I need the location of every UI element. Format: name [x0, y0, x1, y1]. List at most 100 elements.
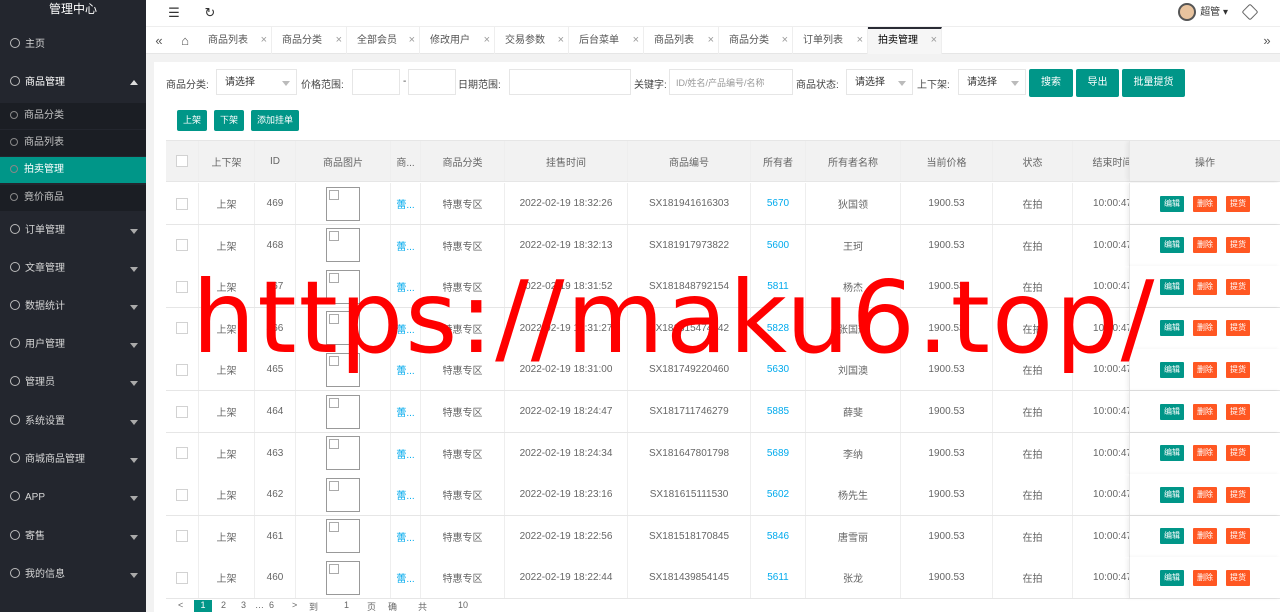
row-checkbox[interactable]	[176, 363, 188, 376]
tab[interactable]: 全部会员 ×	[347, 27, 420, 54]
sidebar-item[interactable]: 订单管理	[0, 220, 146, 242]
pager-next[interactable]: >	[292, 600, 297, 610]
edit-button[interactable]: 编辑	[1160, 361, 1184, 378]
cell-text[interactable]: 蕾...	[396, 446, 414, 461]
sidebar-item[interactable]: 我的信息	[0, 564, 146, 586]
sidebar-item[interactable]: 用户管理	[0, 334, 146, 356]
product-image[interactable]	[326, 311, 360, 346]
pager-prev[interactable]: <	[178, 600, 183, 610]
sidebar-item[interactable]: 文章管理	[0, 258, 146, 280]
delete-button[interactable]: 删除	[1193, 320, 1217, 337]
column-header[interactable]: 状态	[993, 141, 1073, 181]
tab[interactable]: 后台菜单 ×	[569, 27, 644, 54]
edit-button[interactable]: 编辑	[1160, 528, 1184, 545]
sidebar-subitem[interactable]: 商品列表	[0, 130, 146, 156]
keyword-input[interactable]: ID/姓名/产品编号/名称	[669, 69, 793, 95]
row-checkbox[interactable]	[176, 447, 188, 460]
price-max-input[interactable]	[408, 69, 456, 95]
cell-text[interactable]: 蕾...	[396, 196, 414, 211]
delete-button[interactable]: 删除	[1193, 569, 1217, 586]
sidebar-item[interactable]: APP	[0, 487, 146, 509]
row-checkbox[interactable]	[176, 571, 188, 584]
page-3[interactable]: 3	[241, 600, 246, 610]
take-button[interactable]: 提货	[1226, 486, 1250, 503]
delete-button[interactable]: 删除	[1193, 361, 1217, 378]
edit-button[interactable]: 编辑	[1160, 278, 1184, 295]
sidebar-subitem[interactable]: 竟价商品	[0, 185, 146, 211]
tabs-scroll-right-icon[interactable]: »	[1254, 27, 1280, 54]
sidebar-item[interactable]: 数据统计	[0, 296, 146, 318]
delete-button[interactable]: 删除	[1193, 403, 1217, 420]
cell-text[interactable]: 蕾...	[396, 321, 414, 336]
product-image[interactable]	[326, 519, 360, 554]
edit-button[interactable]: 编辑	[1160, 569, 1184, 586]
tab[interactable]: 修改用户 ×	[420, 27, 495, 54]
cell-text[interactable]: 蕾...	[396, 238, 414, 253]
price-min-input[interactable]	[352, 69, 400, 95]
product-image[interactable]	[326, 228, 360, 263]
product-image[interactable]	[326, 186, 360, 221]
cell-text[interactable]: 蕾...	[396, 404, 414, 419]
cell-text[interactable]: 蕾...	[396, 529, 414, 544]
take-button[interactable]: 提货	[1226, 361, 1250, 378]
close-icon[interactable]: ×	[336, 27, 342, 54]
cell-text[interactable]: 5670	[767, 198, 789, 209]
batch-take-button[interactable]: 批量提货	[1122, 69, 1185, 97]
sidebar-item[interactable]: 管理员	[0, 372, 146, 394]
edit-button[interactable]: 编辑	[1160, 195, 1184, 212]
column-header[interactable]: 当前价格	[901, 141, 993, 181]
edit-button[interactable]: 编辑	[1160, 445, 1184, 462]
take-button[interactable]: 提货	[1226, 195, 1250, 212]
close-icon[interactable]: ×	[558, 27, 564, 54]
row-checkbox[interactable]	[176, 405, 188, 418]
cell-text[interactable]: 5611	[767, 572, 789, 583]
column-header[interactable]: 所有者名称	[806, 141, 901, 181]
take-button[interactable]: 提货	[1226, 278, 1250, 295]
sidebar-item[interactable]: 系统设置	[0, 411, 146, 433]
edit-button[interactable]: 编辑	[1160, 237, 1184, 254]
page-1[interactable]: 1	[194, 600, 212, 612]
delete-button[interactable]: 删除	[1193, 445, 1217, 462]
cell-text[interactable]: 5602	[767, 489, 789, 500]
sidebar-item[interactable]: 寄售	[0, 526, 146, 548]
cell-text[interactable]: 蕾...	[396, 362, 414, 377]
product-image[interactable]	[326, 394, 360, 429]
take-button[interactable]: 提货	[1226, 569, 1250, 586]
product-image[interactable]	[326, 477, 360, 512]
column-header[interactable]: 商品分类	[421, 141, 505, 181]
goto-confirm-button[interactable]: 确定	[388, 600, 397, 612]
sidebar-item[interactable]: 商城商品管理	[0, 449, 146, 471]
on-shelf-button[interactable]: 上架	[177, 110, 208, 131]
tabs-scroll-left-icon[interactable]: «	[146, 27, 172, 54]
column-header[interactable]: 商品图片	[296, 141, 391, 181]
delete-button[interactable]: 删除	[1193, 486, 1217, 503]
take-button[interactable]: 提货	[1226, 445, 1250, 462]
column-header[interactable]: 所有者	[751, 141, 806, 181]
menu-toggle-icon[interactable]: ☰	[164, 4, 184, 22]
off-shelf-button[interactable]: 下架	[214, 110, 245, 131]
close-icon[interactable]: ×	[708, 27, 714, 54]
close-icon[interactable]: ×	[261, 27, 267, 54]
goto-input[interactable]: 1	[344, 600, 349, 610]
product-image[interactable]	[326, 560, 360, 595]
row-checkbox[interactable]	[176, 322, 188, 335]
column-header[interactable]: 挂售时间	[505, 141, 628, 181]
row-checkbox[interactable]	[176, 280, 188, 293]
sidebar-item[interactable]: 主页	[0, 34, 146, 56]
delete-button[interactable]: 删除	[1193, 195, 1217, 212]
export-button[interactable]: 导出	[1076, 69, 1119, 97]
category-select[interactable]: 请选择	[216, 69, 297, 95]
product-image[interactable]	[326, 436, 360, 471]
user-menu[interactable]: 超管 ▾	[1178, 2, 1228, 24]
close-icon[interactable]: ×	[782, 27, 788, 54]
close-icon[interactable]: ×	[484, 27, 490, 54]
sidebar-subitem[interactable]: 商品分类	[0, 103, 146, 129]
per-page-select[interactable]: 10 条/页	[458, 600, 470, 612]
product-image[interactable]	[326, 269, 360, 304]
tab[interactable]: 交易参数 ×	[495, 27, 569, 54]
search-button[interactable]: 搜索	[1029, 69, 1073, 97]
status-select[interactable]: 请选择	[846, 69, 913, 95]
home-tab-icon[interactable]: ⌂	[172, 27, 198, 54]
add-listing-button[interactable]: 添加挂单	[251, 110, 300, 131]
edit-button[interactable]: 编辑	[1160, 486, 1184, 503]
